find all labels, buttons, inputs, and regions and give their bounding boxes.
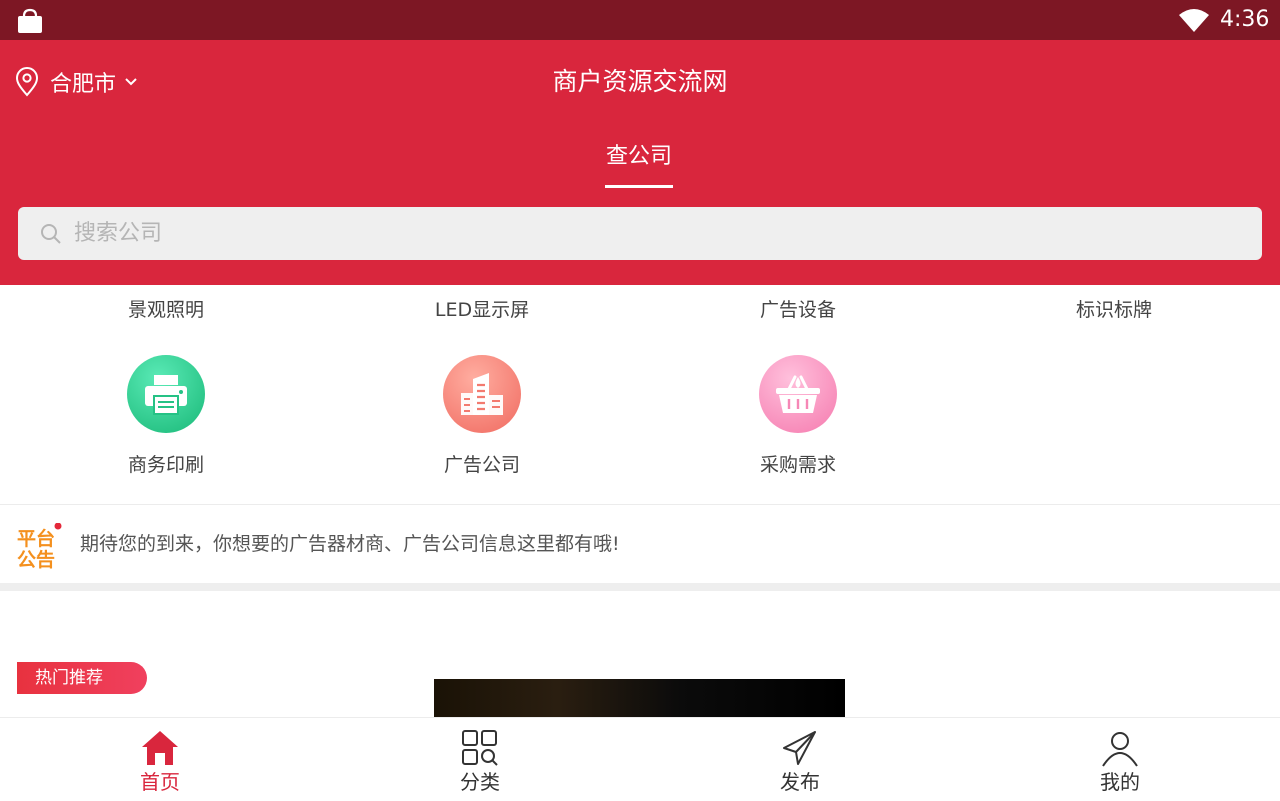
svg-text:平台: 平台 (17, 527, 55, 550)
grid-search-icon (462, 730, 498, 766)
category-label: 广告公司 (443, 454, 520, 476)
tab-underline (605, 185, 673, 188)
basket-icon (776, 375, 820, 413)
category-ad-equipment[interactable]: 广告设备 (640, 295, 956, 325)
hot-recommend-badge: 热门推荐 (17, 662, 147, 694)
section-gap (0, 583, 1280, 591)
category-landscape-lighting[interactable]: 景观照明 (8, 295, 324, 325)
tab-company[interactable]: 查公司 (590, 140, 688, 174)
category-ad-company[interactable]: 广告公司 (324, 355, 640, 480)
nav-label: 我的 (1100, 770, 1140, 794)
nav-publish[interactable]: 发布 (640, 718, 960, 801)
search-bar[interactable] (18, 207, 1262, 260)
category-led-display[interactable]: LED显示屏 (324, 295, 640, 325)
bottom-nav: 首页 分类 发布 我的 (0, 717, 1280, 801)
shopping-bag-icon (18, 8, 42, 33)
search-icon (41, 223, 61, 244)
banner-image[interactable] (434, 679, 845, 717)
notice-text: 期待您的到来，你想要的广告器材商、广告公司信息这里都有哦! (80, 533, 620, 555)
nav-mine[interactable]: 我的 (960, 718, 1280, 801)
search-input[interactable] (72, 212, 1262, 255)
platform-notice[interactable]: 平台 公告 期待您的到来，你想要的广告器材商、广告公司信息这里都有哦! (0, 505, 1280, 583)
category-business-printing[interactable]: 商务印刷 (8, 355, 324, 480)
nav-label: 发布 (780, 770, 820, 794)
nav-label: 分类 (460, 770, 500, 794)
status-bar: 4:36 (0, 0, 1280, 40)
user-icon (1102, 732, 1138, 767)
category-signage[interactable]: 标识标牌 (956, 295, 1272, 325)
nav-label: 首页 (140, 770, 180, 794)
buildings-icon (461, 373, 503, 415)
category-label: 商务印刷 (127, 454, 204, 476)
printer-icon (145, 375, 187, 415)
svg-text:公告: 公告 (17, 548, 55, 569)
home-icon (142, 731, 178, 765)
notice-logo-icon: 平台 公告 (17, 523, 62, 569)
category-purchase-demand[interactable]: 采购需求 (640, 355, 956, 480)
header: 合肥市 商户资源交流网 查公司 (0, 40, 1280, 285)
status-time: 4:36 (1220, 7, 1270, 32)
wifi-icon (1179, 9, 1209, 32)
category-label: 采购需求 (759, 454, 836, 476)
nav-category[interactable]: 分类 (320, 718, 640, 801)
nav-home[interactable]: 首页 (0, 718, 320, 801)
app-title: 商户资源交流网 (552, 67, 728, 96)
send-icon (783, 731, 816, 765)
